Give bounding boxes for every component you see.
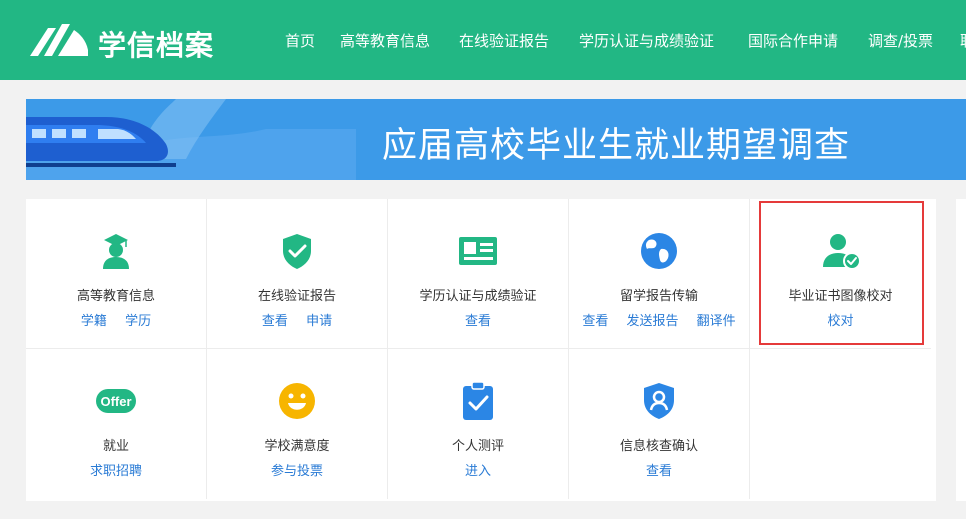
top-header: 学信档案 首页 高等教育信息 在线验证报告 学历认证与成绩验证 国际合作申请 调… <box>0 0 966 80</box>
service-title: 在线验证报告 <box>257 289 336 304</box>
service-title: 信息核查确认 <box>619 439 698 454</box>
service-title: 学校满意度 <box>264 439 330 454</box>
offer-icon: Offer <box>96 389 136 413</box>
service-card-study-abroad: 留学报告传输 查看 发送报告 翻译件 <box>569 199 750 349</box>
banner-title: 应届高校毕业生就业期望调查 <box>382 126 851 166</box>
nav-higher-education[interactable]: 高等教育信息 <box>340 30 430 51</box>
link-apply[interactable]: 申请 <box>306 314 332 329</box>
empty-cell <box>750 349 931 499</box>
link-vote[interactable]: 参与投票 <box>271 464 323 479</box>
service-title: 学历认证与成绩验证 <box>419 289 537 304</box>
side-panel-edge <box>956 199 966 501</box>
offer-icon-text: Offer <box>100 394 131 409</box>
smiley-icon <box>279 383 315 419</box>
nav-survey[interactable]: 调查/投票 <box>868 30 933 51</box>
service-card-diploma-proofread: 毕业证书图像校对 校对 <box>750 199 931 349</box>
logo-icon <box>30 24 88 56</box>
link-view[interactable]: 查看 <box>646 464 672 479</box>
link-send-report[interactable]: 发送报告 <box>626 314 678 329</box>
link-proofread[interactable]: 校对 <box>827 314 853 329</box>
service-card-assessment: 个人测评 进入 <box>388 349 569 499</box>
service-title: 毕业证书图像校对 <box>788 289 893 304</box>
globe-icon <box>641 233 677 269</box>
nav-degree-certification[interactable]: 学历认证与成绩验证 <box>579 30 714 51</box>
service-card-info-check: 信息核查确认 查看 <box>569 349 750 499</box>
shield-check-icon <box>283 234 311 269</box>
services-panel: 高等教育信息 学籍 学历 在线验证报告 查看 申请 学历认证与成绩验证 查看 留… <box>26 199 936 501</box>
service-card-online-report: 在线验证报告 查看 申请 <box>207 199 388 349</box>
nav-international[interactable]: 国际合作申请 <box>748 30 838 51</box>
service-card-employment: Offer 就业 求职招聘 <box>26 349 207 499</box>
graduate-icon <box>103 234 129 269</box>
nav-home[interactable]: 首页 <box>285 30 315 51</box>
link-translation[interactable]: 翻译件 <box>697 314 736 329</box>
service-title: 就业 <box>102 439 129 454</box>
service-card-education: 高等教育信息 学籍 学历 <box>26 199 207 349</box>
train-illustration <box>26 99 356 180</box>
service-title: 高等教育信息 <box>76 289 155 304</box>
service-title: 留学报告传输 <box>619 289 698 304</box>
link-degree[interactable]: 学历 <box>125 314 151 329</box>
nav-employment[interactable]: 职 <box>960 30 966 51</box>
service-title: 个人测评 <box>451 439 504 454</box>
link-enter[interactable]: 进入 <box>465 464 491 479</box>
link-job-search[interactable]: 求职招聘 <box>90 464 142 479</box>
user-shield-icon <box>644 383 674 419</box>
certificate-card-icon <box>459 237 497 265</box>
link-view[interactable]: 查看 <box>465 314 491 329</box>
link-view[interactable]: 查看 <box>582 314 608 329</box>
link-enrollment[interactable]: 学籍 <box>81 314 107 329</box>
survey-banner[interactable]: 应届高校毕业生就业期望调查 <box>26 99 966 180</box>
service-card-satisfaction: 学校满意度 参与投票 <box>207 349 388 499</box>
nav-online-verification[interactable]: 在线验证报告 <box>459 30 549 51</box>
link-view[interactable]: 查看 <box>262 314 288 329</box>
brand-name: 学信档案 <box>98 29 215 62</box>
service-card-certification: 学历认证与成绩验证 查看 <box>388 199 569 349</box>
clipboard-check-icon <box>463 381 493 420</box>
user-verified-icon <box>822 234 861 270</box>
